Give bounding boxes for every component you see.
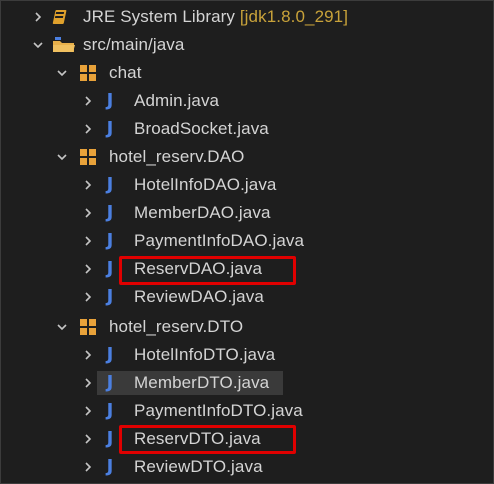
chevron-right-icon[interactable] (81, 376, 95, 390)
chevron-down-icon[interactable] (31, 38, 45, 52)
tree-item-label: Admin.java (134, 91, 220, 110)
library-book-icon (52, 8, 70, 26)
java-file-icon: J (106, 456, 114, 477)
package-icon (79, 64, 97, 82)
java-file-icon: J (106, 286, 114, 307)
tree-item-label: hotel_reserv.DTO (109, 317, 244, 336)
tree-item-label: src/main/java (83, 35, 185, 54)
tree-row-file-selected[interactable]: J MemberDTO.java (0, 369, 494, 397)
chevron-down-icon[interactable] (55, 320, 69, 334)
java-file-icon: J (106, 428, 114, 449)
chevron-right-icon[interactable] (81, 94, 95, 108)
chevron-right-icon[interactable] (81, 290, 95, 304)
chevron-right-icon[interactable] (81, 262, 95, 276)
tree-row-file[interactable]: J ReviewDAO.java (0, 283, 494, 311)
chevron-right-icon[interactable] (81, 432, 95, 446)
highlight-box-reservdao (119, 256, 296, 285)
tree-row-jre-library[interactable]: JRE System Library [jdk1.8.0_291] (0, 3, 494, 31)
chevron-right-icon[interactable] (81, 404, 95, 418)
chevron-right-icon[interactable] (81, 460, 95, 474)
java-file-icon: J (106, 400, 114, 421)
tree-item-label: hotel_reserv.DAO (109, 147, 245, 166)
tree-row-file[interactable]: J PaymentInfoDAO.java (0, 227, 494, 255)
chevron-right-icon[interactable] (81, 234, 95, 248)
tree-item-label: chat (109, 63, 142, 82)
chevron-down-icon[interactable] (55, 66, 69, 80)
tree-item-label: BroadSocket.java (134, 119, 269, 138)
tree-row-package-chat[interactable]: chat (0, 59, 494, 87)
tree-item-label: JRE System Library [jdk1.8.0_291] (83, 7, 349, 26)
tree-item-label: PaymentInfoDTO.java (134, 401, 303, 420)
tree-item-label: MemberDTO.java (134, 373, 270, 392)
source-folder-icon (52, 36, 76, 54)
tree-item-label: ReviewDTO.java (134, 457, 263, 476)
java-file-icon: J (106, 258, 114, 279)
tree-row-file[interactable]: J PaymentInfoDTO.java (0, 397, 494, 425)
chevron-right-icon[interactable] (81, 206, 95, 220)
tree-row-file[interactable]: J HotelInfoDTO.java (0, 341, 494, 369)
chevron-right-icon[interactable] (31, 10, 45, 24)
chevron-down-icon[interactable] (55, 150, 69, 164)
java-file-icon: J (106, 202, 114, 223)
jdk-version-label: [jdk1.8.0_291] (239, 7, 349, 26)
java-file-icon: J (106, 344, 114, 365)
package-icon (79, 318, 97, 336)
tree-item-label: PaymentInfoDAO.java (134, 231, 305, 250)
tree-row-file[interactable]: J MemberDAO.java (0, 199, 494, 227)
java-file-icon: J (106, 118, 114, 139)
java-file-icon: J (106, 230, 114, 251)
java-file-icon: J (106, 174, 114, 195)
java-file-icon: J (106, 90, 114, 111)
tree-row-package-dao[interactable]: hotel_reserv.DAO (0, 143, 494, 171)
tree-row-package-dto[interactable]: hotel_reserv.DTO (0, 313, 494, 341)
chevron-right-icon[interactable] (81, 122, 95, 136)
tree-item-label: HotelInfoDAO.java (134, 175, 277, 194)
tree-item-label: ReviewDAO.java (134, 287, 264, 306)
tree-row-file[interactable]: J ReviewDTO.java (0, 453, 494, 481)
tree-item-label: HotelInfoDTO.java (134, 345, 276, 364)
tree-row-src-folder[interactable]: src/main/java (0, 31, 494, 59)
tree-row-file[interactable]: J BroadSocket.java (0, 115, 494, 143)
tree-row-file[interactable]: J Admin.java (0, 87, 494, 115)
chevron-right-icon[interactable] (81, 178, 95, 192)
package-icon (79, 148, 97, 166)
tree-item-label: MemberDAO.java (134, 203, 271, 222)
chevron-right-icon[interactable] (81, 348, 95, 362)
tree-row-file[interactable]: J HotelInfoDAO.java (0, 171, 494, 199)
java-file-icon: J (106, 372, 114, 393)
highlight-box-reservdto (119, 425, 296, 454)
